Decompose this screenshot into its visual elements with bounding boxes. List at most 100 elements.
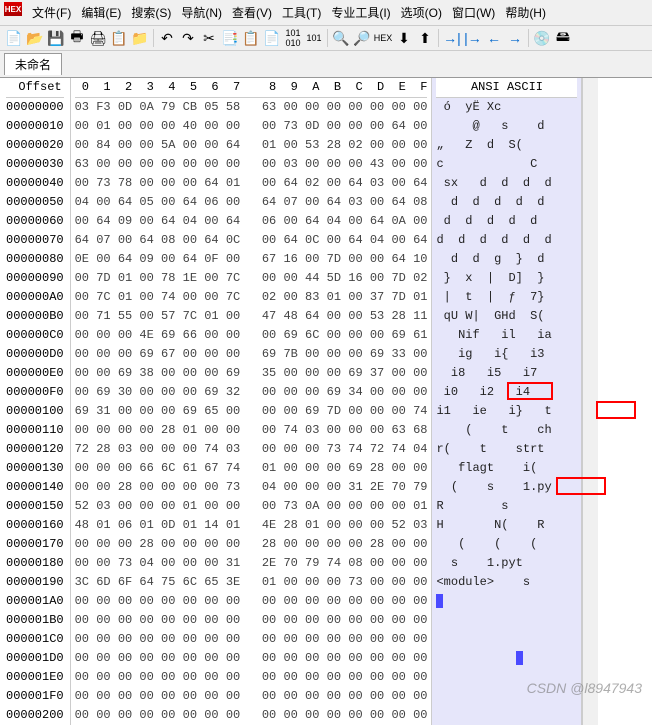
hex-row[interactable]: 04 00 64 05 00 64 06 00 64 07 00 64 03 0…: [75, 193, 428, 212]
hex-row[interactable]: 00 00 00 66 6C 61 67 74 01 00 00 00 69 2…: [75, 459, 428, 478]
ascii-row[interactable]: | t | ƒ 7}: [436, 288, 577, 307]
hex-row[interactable]: 72 28 03 00 00 00 74 03 00 00 00 73 74 7…: [75, 440, 428, 459]
hex-row[interactable]: 00 00 00 00 00 00 00 00 00 00 00 00 00 0…: [75, 706, 428, 725]
hex-row[interactable]: 0E 00 64 09 00 64 0F 00 67 16 00 7D 00 0…: [75, 250, 428, 269]
hex-search-icon[interactable]: HEX: [373, 28, 393, 48]
ascii-row[interactable]: i0 i2 i4: [436, 383, 577, 402]
ascii-row[interactable]: [436, 687, 577, 706]
binary-icon[interactable]: 101010: [283, 28, 303, 48]
hex-column[interactable]: 0 1 2 3 4 5 6 7 8 9 A B C D E F 03 F3 0D…: [71, 78, 433, 725]
ascii-row[interactable]: [436, 649, 577, 668]
redo-icon[interactable]: ↷: [178, 28, 198, 48]
hex-row[interactable]: 00 00 00 00 00 00 00 00 00 00 00 00 00 0…: [75, 668, 428, 687]
menu-item[interactable]: 专业工具(I): [327, 2, 394, 23]
copy-icon[interactable]: 📑: [220, 28, 240, 48]
new-file-icon[interactable]: 📄: [4, 28, 24, 48]
find-icon[interactable]: 🔍: [331, 28, 351, 48]
ascii-row[interactable]: c C: [436, 155, 577, 174]
hex-row[interactable]: 00 00 69 38 00 00 00 69 35 00 00 00 69 3…: [75, 364, 428, 383]
hex-row[interactable]: 64 07 00 64 08 00 64 0C 00 64 0C 00 64 0…: [75, 231, 428, 250]
menu-item[interactable]: 查看(V): [228, 2, 276, 23]
paste-icon[interactable]: 📋: [241, 28, 261, 48]
hex-row[interactable]: 00 84 00 00 5A 00 00 64 01 00 53 28 02 0…: [75, 136, 428, 155]
forward-icon[interactable]: →: [505, 28, 525, 48]
tab-unnamed[interactable]: 未命名: [4, 53, 62, 75]
disk2-icon[interactable]: 🖴: [553, 28, 573, 48]
back-icon[interactable]: ←: [484, 28, 504, 48]
open-file-icon[interactable]: 📂: [25, 28, 45, 48]
ascii-row[interactable]: sx d d d d: [436, 174, 577, 193]
paste2-icon[interactable]: 📄: [262, 28, 282, 48]
hex-row[interactable]: 00 00 00 00 00 00 00 00 00 00 00 00 00 0…: [75, 630, 428, 649]
menu-item[interactable]: 选项(O): [397, 2, 446, 23]
ascii-row[interactable]: i8 i5 i7: [436, 364, 577, 383]
ascii-row[interactable]: ó yË Xc: [436, 98, 577, 117]
ascii-row[interactable]: [436, 592, 577, 611]
hex-row[interactable]: 63 00 00 00 00 00 00 00 00 03 00 00 00 4…: [75, 155, 428, 174]
hex-row[interactable]: 00 00 00 00 00 00 00 00 00 00 00 00 00 0…: [75, 687, 428, 706]
hex-row[interactable]: 03 F3 0D 0A 79 CB 05 58 63 00 00 00 00 0…: [75, 98, 428, 117]
ascii-row[interactable]: [436, 668, 577, 687]
menu-item[interactable]: 窗口(W): [448, 2, 499, 23]
vertical-scrollbar[interactable]: [582, 78, 598, 725]
hex-row[interactable]: 48 01 06 01 0D 01 14 01 4E 28 01 00 00 0…: [75, 516, 428, 535]
ascii-row[interactable]: ig i{ i3: [436, 345, 577, 364]
hex-row[interactable]: 00 00 00 00 28 01 00 00 00 74 03 00 00 0…: [75, 421, 428, 440]
goto-icon[interactable]: →|: [442, 28, 462, 48]
ascii-row[interactable]: d d d d d: [436, 193, 577, 212]
find-prev-icon[interactable]: ⬆: [415, 28, 435, 48]
ascii-row[interactable]: r( t strt: [436, 440, 577, 459]
menu-item[interactable]: 工具(T): [278, 2, 325, 23]
hex-row[interactable]: 00 00 00 00 00 00 00 00 00 00 00 00 00 0…: [75, 611, 428, 630]
ascii-row[interactable]: } x | D] }: [436, 269, 577, 288]
hex-row[interactable]: 00 00 00 4E 69 66 00 00 00 69 6C 00 00 0…: [75, 326, 428, 345]
find-replace-icon[interactable]: 🔎: [352, 28, 372, 48]
ascii-row[interactable]: d d d d d: [436, 212, 577, 231]
ascii-row[interactable]: @ s d: [436, 117, 577, 136]
ascii-row[interactable]: ( s 1.py: [436, 478, 577, 497]
hex-row[interactable]: 69 31 00 00 00 69 65 00 00 00 69 7D 00 0…: [75, 402, 428, 421]
ascii-row[interactable]: qU W| GHd S(: [436, 307, 577, 326]
hex-row[interactable]: 00 00 00 00 00 00 00 00 00 00 00 00 00 0…: [75, 649, 428, 668]
hex-row[interactable]: 00 64 09 00 64 04 00 64 06 00 64 04 00 6…: [75, 212, 428, 231]
ascii-row[interactable]: „ Z d S(: [436, 136, 577, 155]
find-next-icon[interactable]: ⬇: [394, 28, 414, 48]
ascii-row[interactable]: flagt i(: [436, 459, 577, 478]
ascii-row[interactable]: d d d d d d: [436, 231, 577, 250]
hex-row[interactable]: 00 00 00 69 67 00 00 00 69 7B 00 00 00 6…: [75, 345, 428, 364]
ascii-row[interactable]: ( ( (: [436, 535, 577, 554]
folder-icon[interactable]: 📁: [130, 28, 150, 48]
hex-row[interactable]: 00 71 55 00 57 7C 01 00 47 48 64 00 00 5…: [75, 307, 428, 326]
ascii-row[interactable]: d d g } d: [436, 250, 577, 269]
hex-row[interactable]: 00 00 00 28 00 00 00 00 28 00 00 00 00 2…: [75, 535, 428, 554]
goto2-icon[interactable]: |→: [463, 28, 483, 48]
hex-row[interactable]: 00 00 00 00 00 00 00 00 00 00 00 00 00 0…: [75, 592, 428, 611]
print-icon[interactable]: 🖨: [88, 28, 108, 48]
properties-icon[interactable]: 📋: [109, 28, 129, 48]
ascii-row[interactable]: i1 ie i} t: [436, 402, 577, 421]
ascii-row[interactable]: Nif il ia: [436, 326, 577, 345]
cut-icon[interactable]: ✂: [199, 28, 219, 48]
hex-row[interactable]: 00 7D 01 00 78 1E 00 7C 00 00 44 5D 16 0…: [75, 269, 428, 288]
hex-row[interactable]: 00 00 28 00 00 00 00 73 04 00 00 00 31 2…: [75, 478, 428, 497]
save-as-icon[interactable]: 🖶: [67, 28, 87, 48]
hex-row[interactable]: 00 00 73 04 00 00 00 31 2E 70 79 74 08 0…: [75, 554, 428, 573]
menu-item[interactable]: 搜索(S): [127, 2, 175, 23]
menu-item[interactable]: 帮助(H): [501, 2, 550, 23]
menu-item[interactable]: 编辑(E): [77, 2, 125, 23]
menu-item[interactable]: 导航(N): [177, 2, 226, 23]
ascii-row[interactable]: [436, 706, 577, 725]
hex-row[interactable]: 00 69 30 00 00 00 69 32 00 00 00 69 34 0…: [75, 383, 428, 402]
binary2-icon[interactable]: 101: [304, 28, 324, 48]
ascii-row[interactable]: R s: [436, 497, 577, 516]
ascii-column[interactable]: ANSI ASCII ó yË Xc @ s d „ Z d S( c C sx…: [432, 78, 582, 725]
ascii-row[interactable]: ( t ch: [436, 421, 577, 440]
hex-row[interactable]: 00 7C 01 00 74 00 00 7C 02 00 83 01 00 3…: [75, 288, 428, 307]
ascii-row[interactable]: [436, 611, 577, 630]
hex-row[interactable]: 00 01 00 00 00 40 00 00 00 73 0D 00 00 0…: [75, 117, 428, 136]
undo-icon[interactable]: ↶: [157, 28, 177, 48]
ascii-row[interactable]: [436, 630, 577, 649]
ascii-row[interactable]: <module> s: [436, 573, 577, 592]
hex-row[interactable]: 3C 6D 6F 64 75 6C 65 3E 01 00 00 00 73 0…: [75, 573, 428, 592]
disk-icon[interactable]: 💿: [532, 28, 552, 48]
